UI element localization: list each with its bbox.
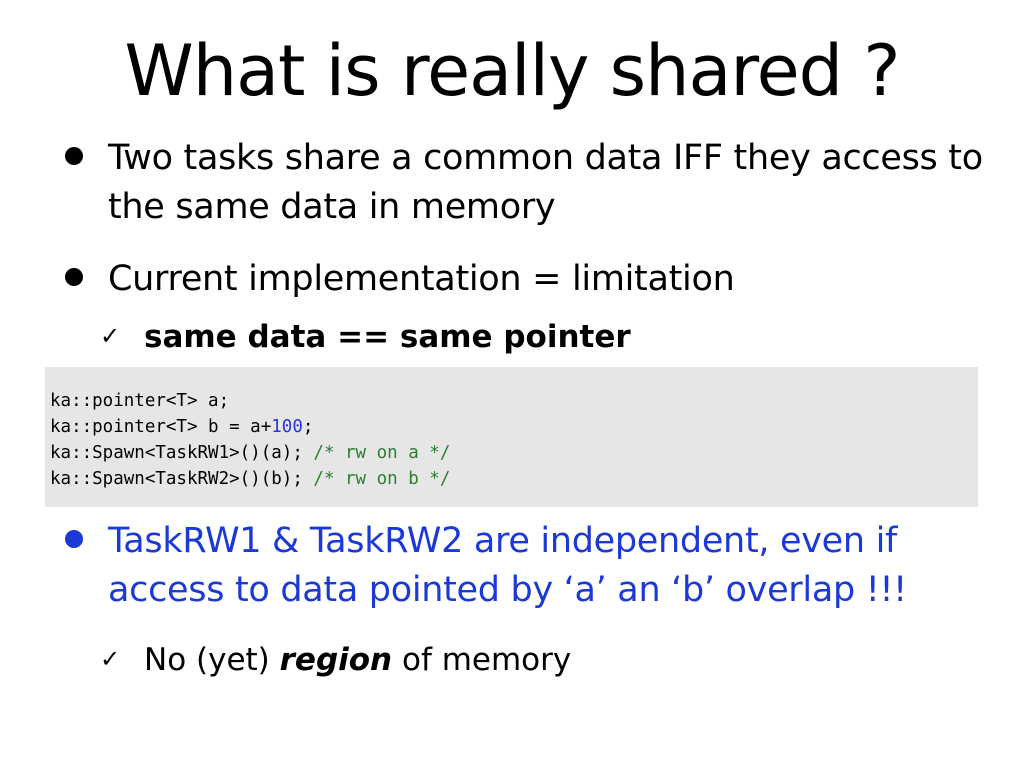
sub-bullet-text: same data == same pointer xyxy=(144,319,631,355)
bullet-line: Current implementation = limitation xyxy=(108,259,735,299)
bullet-dot-icon xyxy=(65,530,83,548)
bullet-text: Two tasks share a common data IFF they a… xyxy=(108,134,1008,232)
code-block: ka::pointer<T> a;ka::pointer<T> b = a+10… xyxy=(45,367,978,507)
sub-bullet-prefix: No (yet) xyxy=(144,642,280,678)
sub-bullet-same-pointer: ✓ same data == same pointer xyxy=(100,316,631,357)
sub-bullet-suffix: of memory xyxy=(392,642,572,678)
code-line: ka::Spawn<TaskRW1>()(a); /* rw on a */ xyxy=(50,440,450,466)
bullet-text: Current implementation = limitation xyxy=(108,255,1008,304)
code-text: ka::Spawn<TaskRW2>()(b); xyxy=(50,469,314,489)
code-number: 100 xyxy=(271,417,303,437)
code-text: ka::Spawn<TaskRW1>()(a); xyxy=(50,443,314,463)
bullet-line: the same data in memory xyxy=(108,187,556,227)
bullet-dot-icon xyxy=(65,147,83,165)
code-line: ka::pointer<T> a; xyxy=(50,388,450,414)
code-text: ka::pointer<T> a; xyxy=(50,391,230,411)
checkmark-icon: ✓ xyxy=(100,645,121,673)
bullet-line: Two tasks share a common data IFF they a… xyxy=(108,138,983,178)
sub-bullet-emphasis: region xyxy=(279,642,393,678)
code-line: ka::Spawn<TaskRW2>()(b); /* rw on b */ xyxy=(50,466,450,492)
sub-bullet-no-region: ✓ No (yet) region of memory xyxy=(100,639,571,680)
code-lines: ka::pointer<T> a;ka::pointer<T> b = a+10… xyxy=(50,388,450,492)
slide-title: What is really shared ? xyxy=(124,30,901,112)
bullet-text: TaskRW1 & TaskRW2 are independent, even … xyxy=(108,517,1008,615)
bullet-line: access to data pointed by ‘a’ an ‘b’ ove… xyxy=(108,570,907,610)
code-comment: /* rw on a */ xyxy=(313,443,451,463)
bullet-line: TaskRW1 & TaskRW2 are independent, even … xyxy=(108,521,898,561)
code-line: ka::pointer<T> b = a+100; xyxy=(50,414,450,440)
code-comment: /* rw on b */ xyxy=(313,469,451,489)
bullet-dot-icon xyxy=(65,268,83,286)
code-text: ka::pointer<T> b = a+ xyxy=(50,417,272,437)
code-text: ; xyxy=(302,417,314,437)
checkmark-icon: ✓ xyxy=(100,322,121,350)
